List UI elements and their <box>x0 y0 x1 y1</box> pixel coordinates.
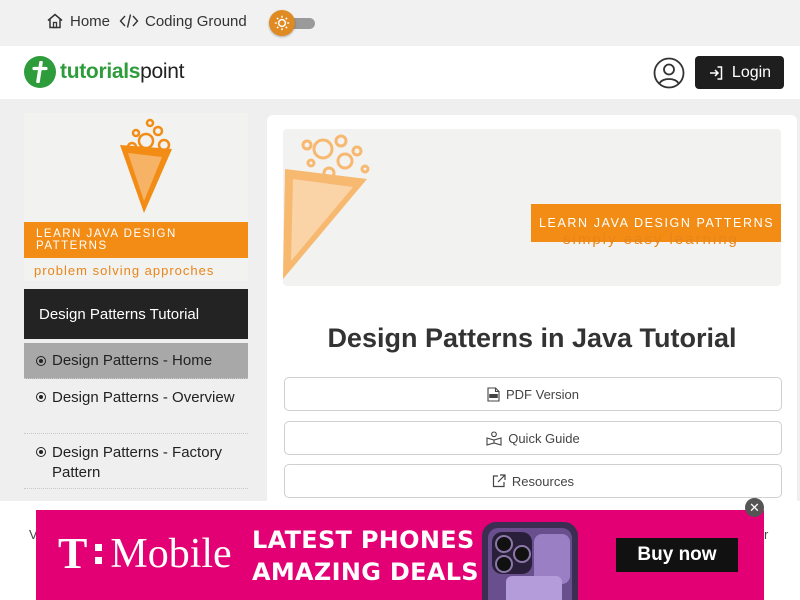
close-icon: ✕ <box>749 499 760 515</box>
sidebar-title: Design Patterns Tutorial <box>24 289 248 339</box>
ad-headline: LATEST PHONES AMAZING DEALS <box>252 524 479 588</box>
close-ad-button[interactable]: ✕ <box>745 498 764 517</box>
pdf-icon <box>487 386 500 402</box>
quick-guide-button[interactable]: Quick Guide <box>284 421 782 455</box>
login-button[interactable]: Login <box>695 56 784 89</box>
main-banner-tagline: simply easy learning <box>563 231 739 248</box>
sidebar-course-banner[interactable]: LEARN JAVA DESIGN PATTERNS problem solvi… <box>24 113 248 281</box>
smartphone-image <box>482 522 578 600</box>
sidebar-item-label: Design Patterns - Home <box>52 352 213 369</box>
sun-icon <box>274 15 290 31</box>
resources-button[interactable]: Resources <box>284 464 782 498</box>
page-title: Design Patterns in Java Tutorial <box>327 323 737 353</box>
code-icon <box>119 14 139 28</box>
quick-guide-label: Quick Guide <box>508 430 580 446</box>
quick-guide-icon <box>486 430 502 446</box>
sidebar-item-label: Design Patterns - Factory Pattern <box>52 444 223 481</box>
coding-ground-label: Coding Ground <box>145 12 247 30</box>
logo-mark-icon <box>24 56 56 88</box>
pencil-bubbles-illustration <box>283 134 370 279</box>
logo-text: tutorialspoint <box>60 60 185 83</box>
ad-brand-name: Mobile <box>110 531 232 577</box>
home-link[interactable]: Home <box>46 12 110 30</box>
sidebar-banner-tagline: problem solving approches <box>34 263 215 278</box>
bullet-icon <box>36 356 46 366</box>
ad-headline-line2: AMAZING DEALS <box>252 558 479 586</box>
theme-toggle-knob <box>269 10 295 36</box>
bullet-icon <box>36 392 46 402</box>
sidebar-item-overview[interactable]: Design Patterns - Overview <box>24 379 248 434</box>
sidebar-item-label: Design Patterns - Overview <box>52 389 235 406</box>
main-course-banner: LEARN JAVA DESIGN PATTERNS simply easy l… <box>283 129 781 286</box>
tmobile-dots-icon <box>95 544 103 564</box>
bullet-icon <box>36 447 46 457</box>
external-link-icon <box>492 474 506 488</box>
sidebar-item-factory-pattern[interactable]: Design Patterns - Factory Pattern <box>24 434 248 489</box>
theme-toggle[interactable] <box>269 10 317 36</box>
pdf-version-button[interactable]: PDF Version <box>284 377 782 411</box>
sidebar-nav: Design Patterns - Home Design Patterns -… <box>24 343 248 489</box>
user-account-icon[interactable] <box>653 57 685 89</box>
sidebar-banner-band: LEARN JAVA DESIGN PATTERNS <box>24 222 248 258</box>
pdf-version-label: PDF Version <box>506 386 579 402</box>
home-label: Home <box>70 12 111 30</box>
tmobile-t-logo-icon: T <box>58 529 88 578</box>
login-label: Login <box>731 63 772 81</box>
home-icon <box>47 13 63 29</box>
coding-ground-link[interactable]: Coding Ground <box>119 12 247 30</box>
tmobile-ad-banner[interactable]: T Mobile LATEST PHONES AMAZING DEALS Buy… <box>36 510 764 600</box>
buy-now-button[interactable]: Buy now <box>616 538 738 572</box>
sidebar-item-home[interactable]: Design Patterns - Home <box>24 343 248 379</box>
ad-peek-text-right: r <box>764 527 769 542</box>
pencil-bubbles-illustration <box>120 118 172 213</box>
site-header: tutorialspoint Login <box>0 46 800 99</box>
site-logo[interactable]: tutorialspoint <box>24 56 185 88</box>
resources-label: Resources <box>511 473 575 489</box>
ad-brand-logo: T Mobile <box>58 532 232 576</box>
ad-headline-line1: LATEST PHONES <box>252 526 475 554</box>
top-bar: Home Coding Ground <box>0 0 800 46</box>
main-content: LEARN JAVA DESIGN PATTERNS simply easy l… <box>267 115 797 515</box>
login-icon <box>709 65 723 80</box>
